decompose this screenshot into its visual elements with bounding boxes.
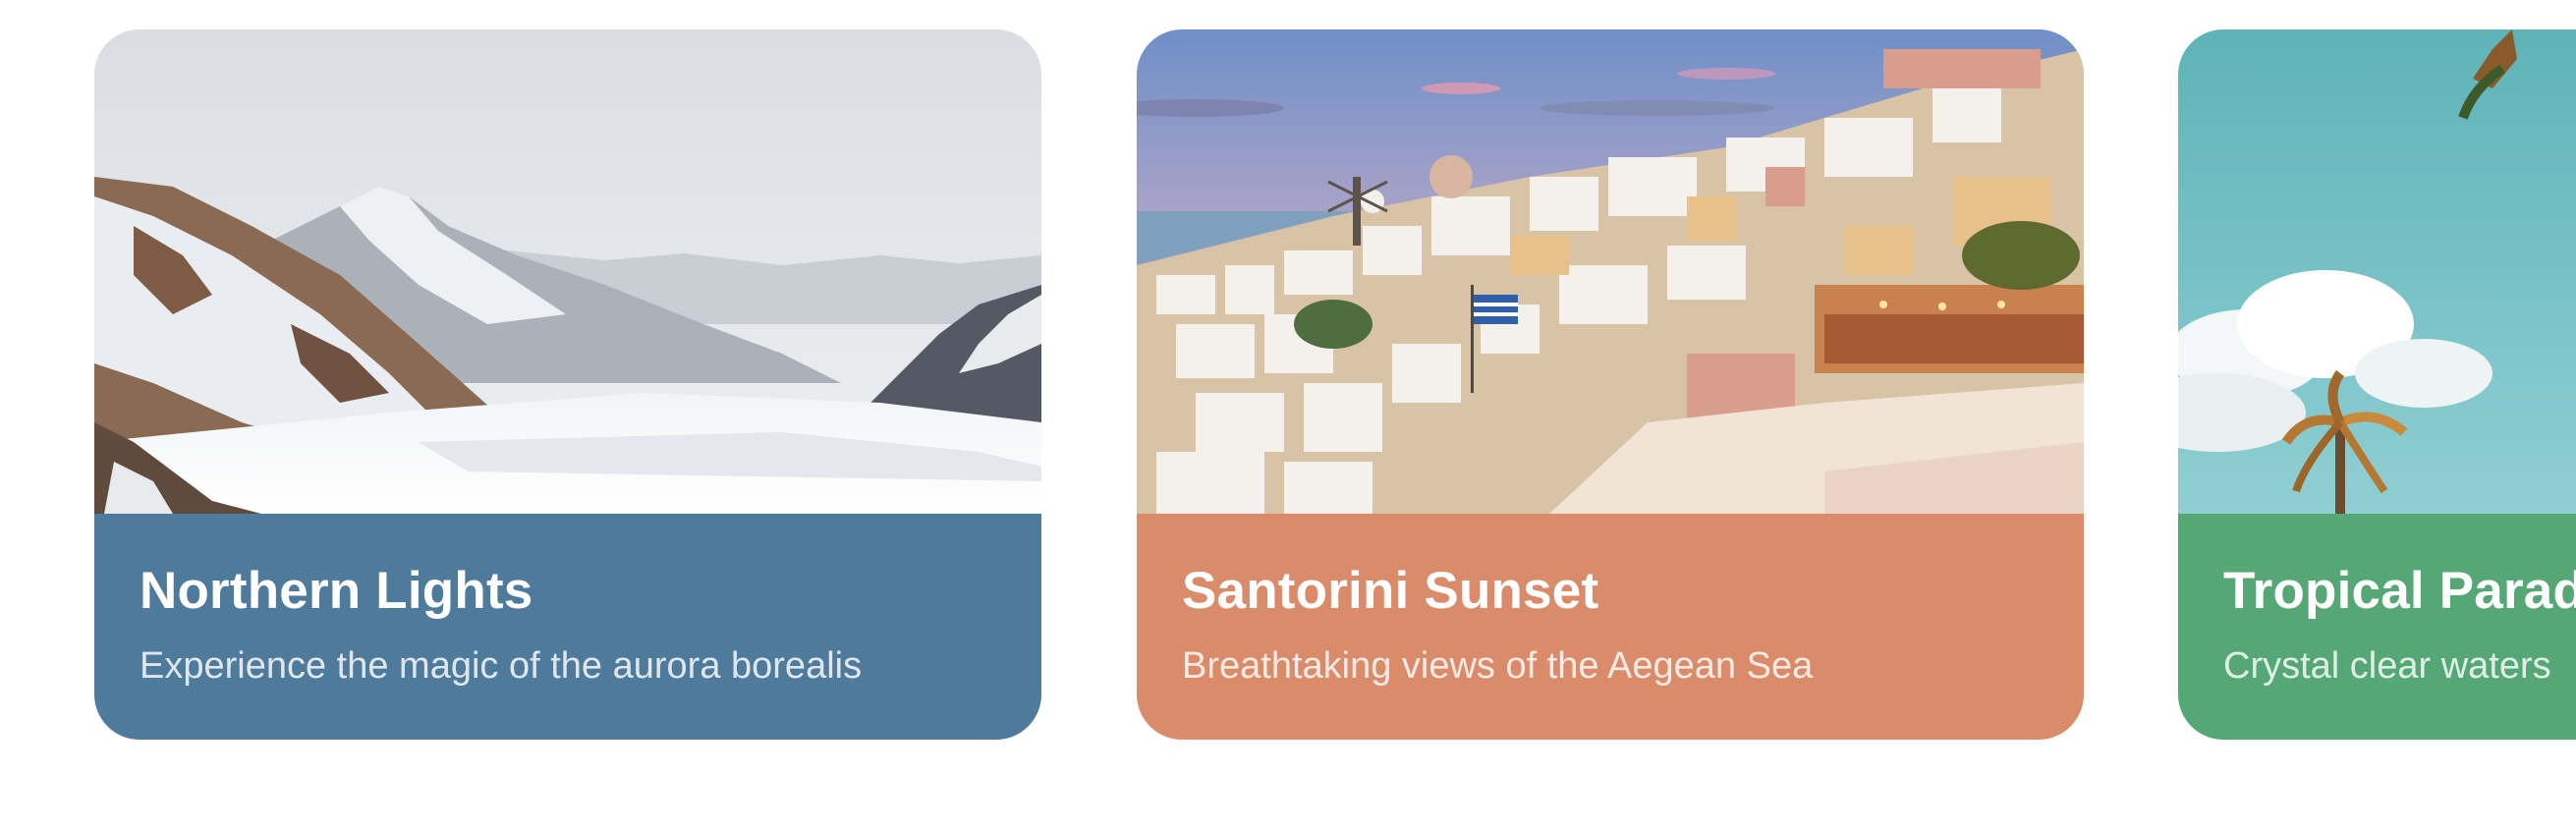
card-subtitle: Breathtaking views of the Aegean Sea — [1182, 645, 1814, 687]
card-info-panel: Santorini Sunset Breathtaking views of t… — [1137, 514, 2084, 740]
card-subtitle: Crystal clear waters — [2223, 645, 2551, 687]
destination-card-santorini-sunset[interactable]: Santorini Sunset Breathtaking views of t… — [1137, 29, 2084, 740]
snowy-mountain-photo — [94, 29, 1041, 514]
card-info-panel: Tropical Paradise Crystal clear waters — [2178, 514, 2576, 740]
santorini-village-photo — [1137, 29, 2084, 514]
card-title: Santorini Sunset — [1182, 562, 1599, 620]
card-title: Tropical Paradise — [2223, 562, 2576, 620]
destination-card-northern-lights[interactable]: Northern Lights Experience the magic of … — [94, 29, 1041, 740]
card-title: Northern Lights — [140, 562, 533, 620]
tropical-sky-palm-photo — [2178, 29, 2576, 514]
card-subtitle: Experience the magic of the aurora borea… — [140, 645, 863, 687]
card-info-panel: Northern Lights Experience the magic of … — [94, 514, 1041, 740]
destination-carousel: Northern Lights Experience the magic of … — [0, 0, 2576, 830]
destination-card-tropical-paradise[interactable]: Tropical Paradise Crystal clear waters — [2178, 29, 2576, 740]
